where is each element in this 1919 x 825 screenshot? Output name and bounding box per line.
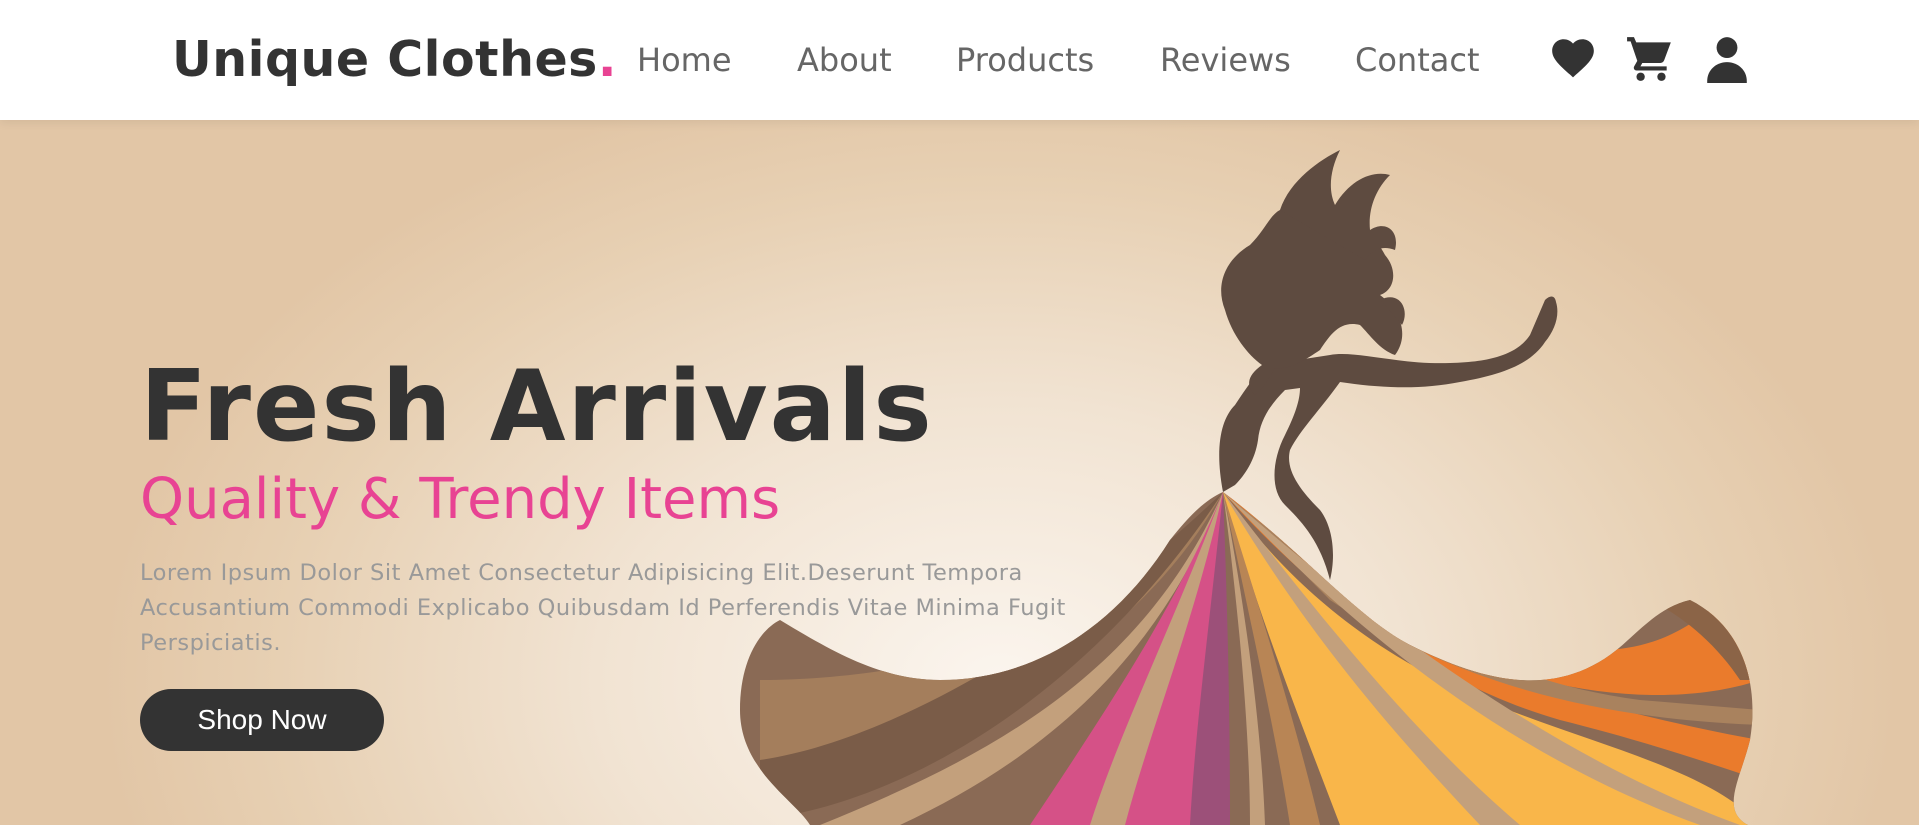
cart-icon-glyph	[1627, 37, 1671, 81]
dancing-woman-illustration	[740, 150, 1753, 825]
nav-link-products[interactable]: Products	[956, 38, 1094, 82]
user-icon-glyph	[1707, 37, 1747, 83]
hero-subtitle: Quality & Trendy Items	[140, 467, 781, 532]
nav-link-reviews[interactable]: Reviews	[1160, 38, 1291, 82]
heart-icon[interactable]	[1548, 32, 1598, 84]
logo-text: Unique Clothes	[172, 31, 598, 88]
hero-description: Lorem Ipsum Dolor Sit Amet Consectetur A…	[140, 560, 1066, 656]
site-header: Unique Clothes. Home About Products Revi…	[0, 0, 1919, 120]
logo[interactable]: Unique Clothes.	[172, 30, 617, 90]
cart-icon[interactable]	[1625, 32, 1675, 84]
hero-section: Fresh Arrivals Quality & Trendy Items Lo…	[0, 120, 1919, 825]
nav-link-about[interactable]: About	[797, 38, 892, 82]
hero-title: Fresh Arrivals	[140, 350, 934, 464]
user-icon[interactable]	[1702, 32, 1752, 84]
nav-link-home[interactable]: Home	[637, 38, 732, 82]
shop-now-button[interactable]: Shop Now	[140, 689, 384, 751]
nav-link-contact[interactable]: Contact	[1355, 38, 1480, 82]
heart-icon-glyph	[1552, 39, 1594, 78]
logo-dot: .	[597, 31, 617, 88]
